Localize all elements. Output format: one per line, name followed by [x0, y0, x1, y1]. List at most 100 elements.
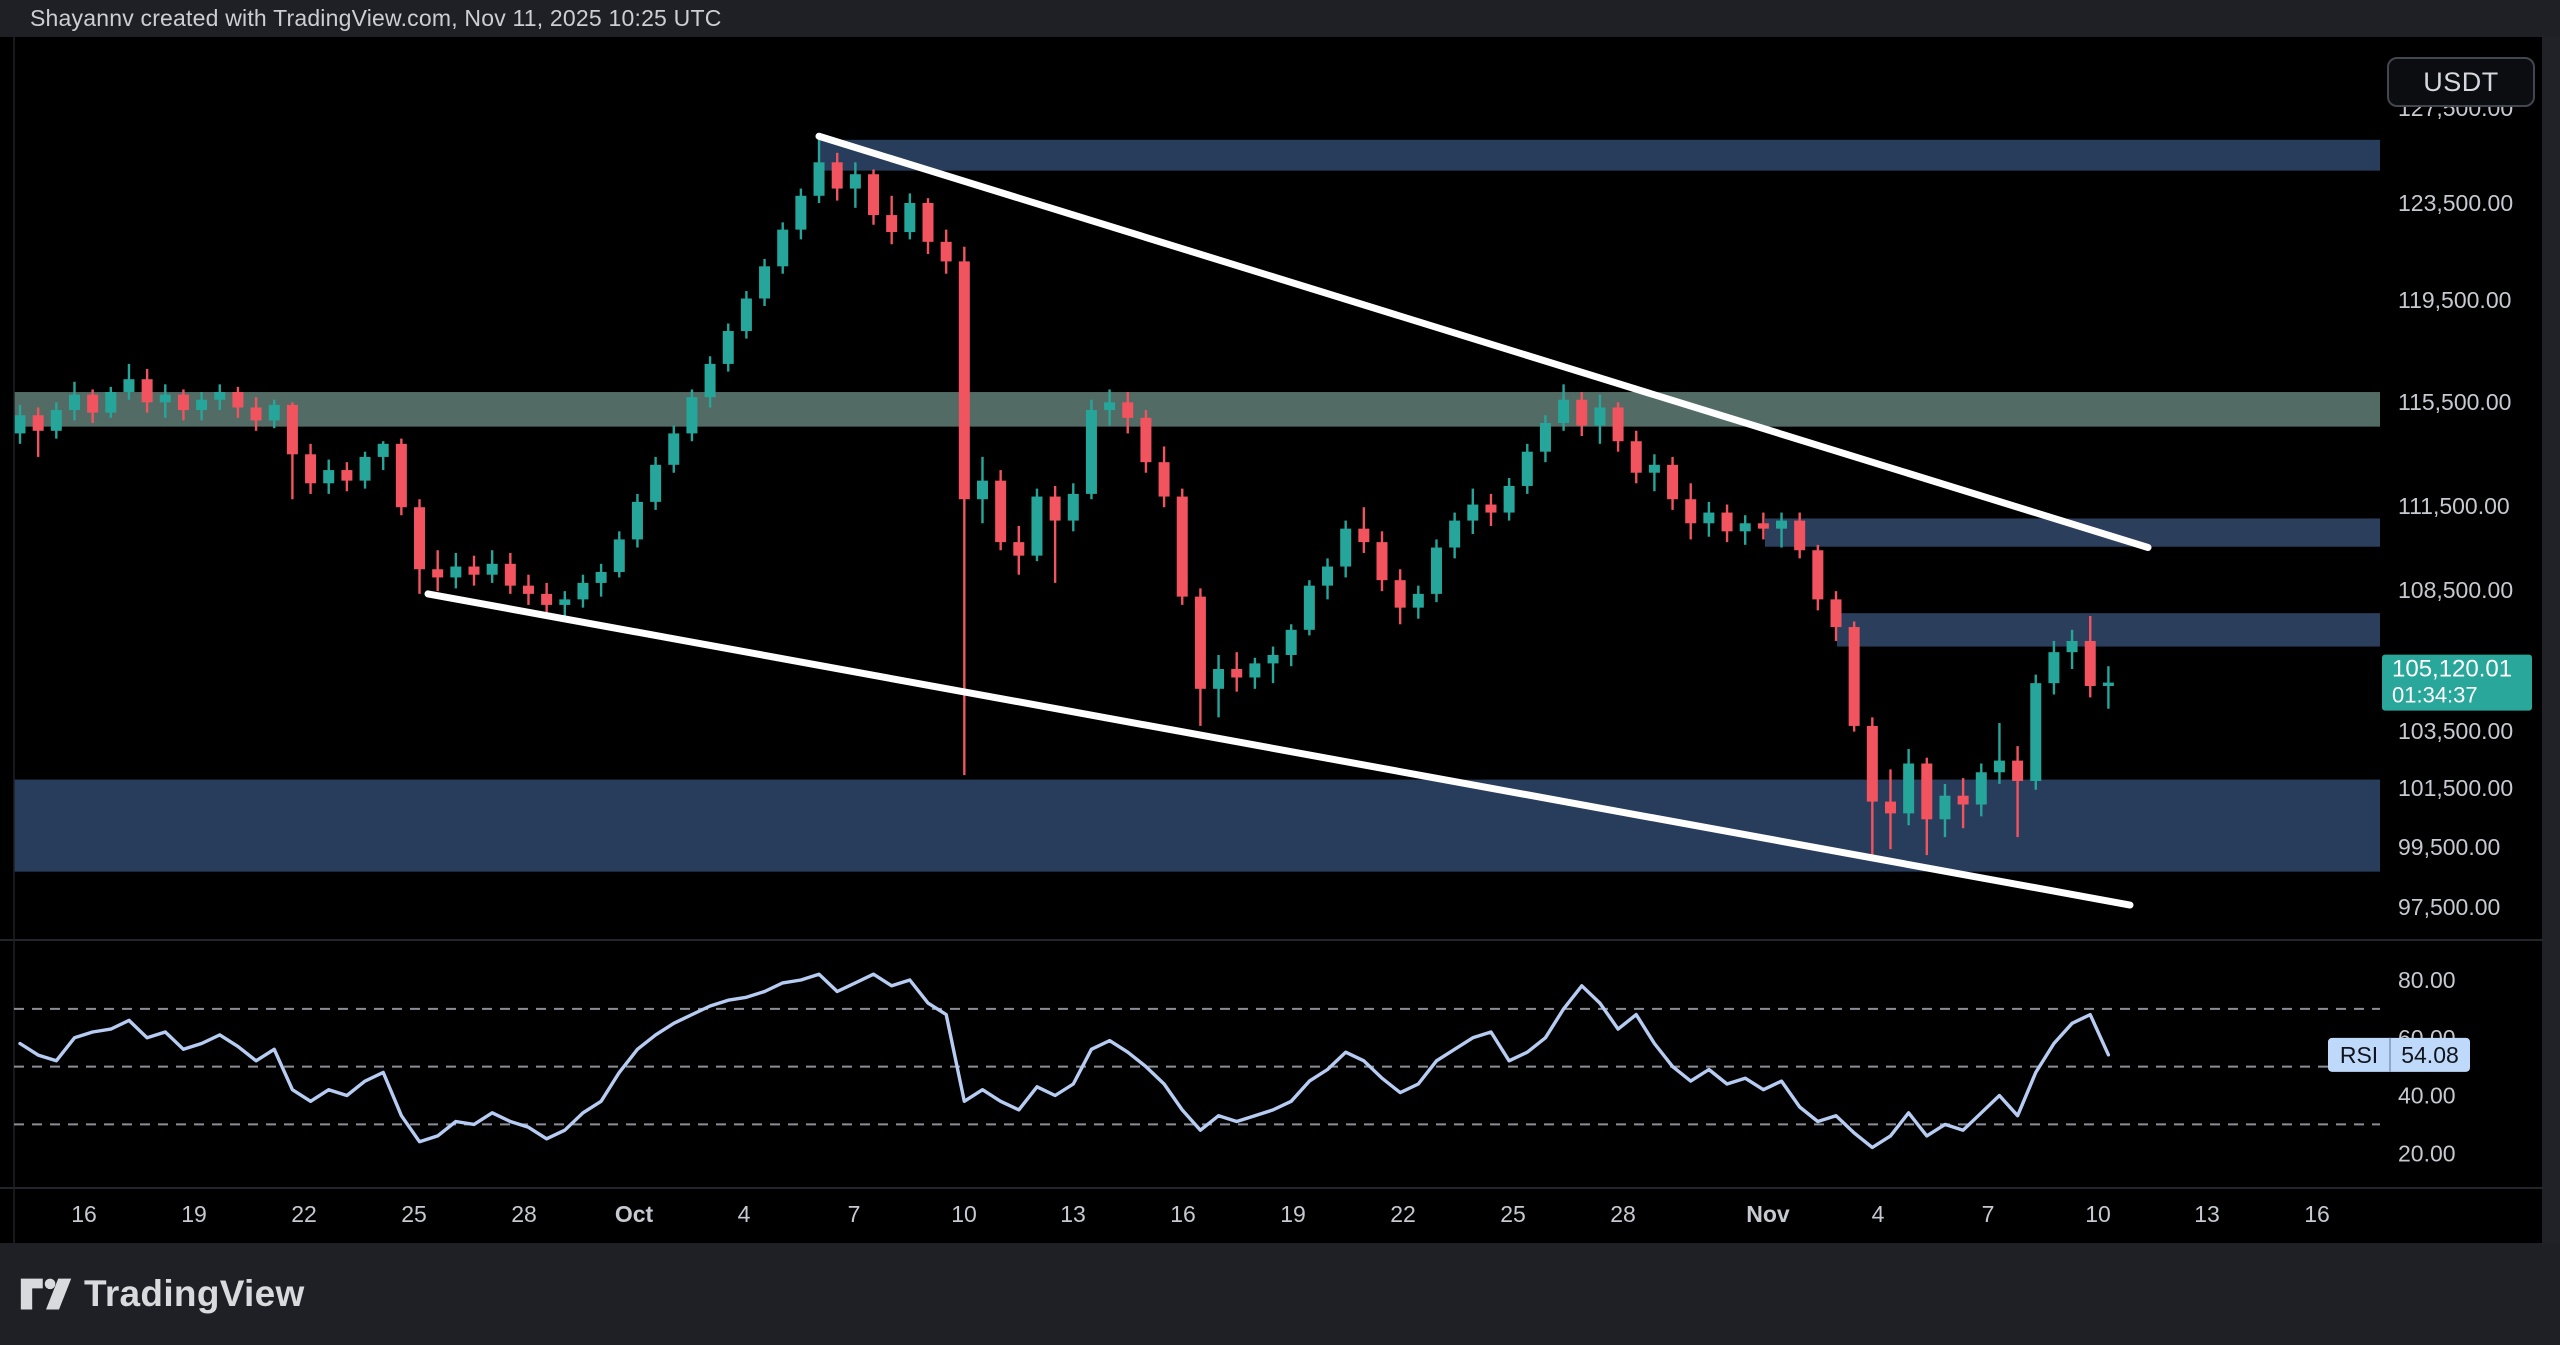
candle-down [1849, 627, 1860, 726]
candle-up [1068, 494, 1079, 521]
candle-up [1903, 764, 1914, 814]
candle-down [341, 470, 352, 481]
candle-down [1722, 513, 1733, 532]
candle-up [668, 433, 679, 464]
candle-up [1304, 586, 1315, 630]
time-tick-label: 28 [1610, 1201, 1636, 1227]
rsi-line[interactable] [20, 974, 2108, 1147]
candle-up [795, 196, 806, 230]
candle-down [541, 594, 552, 605]
candle-up [15, 415, 26, 433]
candle-up [1031, 497, 1042, 556]
time-tick-label: 16 [1170, 1201, 1196, 1227]
time-tick-label: 19 [181, 1201, 207, 1227]
price-axis-labels[interactable]: 127,500.00123,500.00119,500.00115,500.00… [2398, 95, 2513, 920]
candle-down [414, 507, 425, 569]
candle-down [178, 395, 189, 410]
price-tick-label: 101,500.00 [2398, 775, 2513, 801]
attribution-bar: Shayannv created with TradingView.com, N… [0, 0, 2560, 37]
time-tick-label: 7 [848, 1201, 861, 1227]
candle-countdown: 01:34:37 [2392, 683, 2478, 708]
candle-down [1613, 407, 1624, 441]
candle-down [1685, 499, 1696, 523]
resistance-zone-125k[interactable] [820, 140, 2380, 171]
candle-down [886, 215, 897, 232]
candle-up [1776, 521, 1787, 529]
time-axis-labels[interactable]: 1619222528Oct4710131619222528Nov47101316 [71, 1201, 2330, 1227]
candle-down [396, 444, 407, 507]
currency-toggle-button[interactable]: USDT [2387, 57, 2535, 107]
tradingview-chart-screenshot: 127,500.00123,500.00119,500.00115,500.00… [0, 0, 2560, 1345]
supply-zone-115k[interactable] [14, 392, 2380, 427]
candle-up [596, 572, 607, 583]
price-tick-label: 115,500.00 [2398, 389, 2511, 415]
support-zone-100k[interactable] [14, 780, 2380, 872]
right-edge-strip [2542, 37, 2560, 1243]
time-tick-label: 19 [1280, 1201, 1306, 1227]
rsi-badge-value: 54.08 [2401, 1042, 2459, 1068]
candle-up [105, 392, 116, 413]
candle-up [723, 331, 734, 364]
price-tick-label: 103,500.00 [2398, 718, 2513, 744]
candle-down [1140, 418, 1151, 462]
candle-up [450, 567, 461, 578]
candle-down [1921, 764, 1932, 820]
candle-up [759, 266, 770, 298]
time-tick-label: 16 [71, 1201, 97, 1227]
candle-up [1649, 465, 1660, 473]
candle-up [632, 502, 643, 540]
candle-down [1231, 669, 1242, 677]
candle-up [1286, 630, 1297, 655]
time-tick-label: 10 [951, 1201, 977, 1227]
time-tick-label: 10 [2085, 1201, 2111, 1227]
rsi-badge: RSI54.08 [2328, 1038, 2470, 1072]
candle-down [1195, 597, 1206, 689]
candle-down [1013, 542, 1024, 556]
candle-down [1867, 726, 1878, 802]
candle-down [469, 567, 480, 575]
candle-down [1812, 550, 1823, 599]
candle-down [1885, 802, 1896, 814]
candle-up [1431, 548, 1442, 594]
candle-up [269, 405, 280, 421]
candle-up [2103, 683, 2114, 686]
price-tick-label: 97,500.00 [2398, 894, 2500, 920]
candle-down [2085, 641, 2096, 686]
rsi-tick-label: 80.00 [2398, 967, 2456, 993]
candle-down [1576, 400, 1587, 426]
candle-down [1358, 529, 1369, 542]
candle-up [1994, 761, 2005, 773]
rsi-tick-label: 20.00 [2398, 1140, 2456, 1166]
candle-down [87, 395, 98, 413]
candle-up [1213, 669, 1224, 689]
brand-bar: TradingView [0, 1243, 2560, 1345]
resistance-zone-107k[interactable] [1837, 613, 2380, 646]
candle-down [2012, 761, 2023, 781]
price-badge: 105,120.0101:34:37 [2382, 655, 2532, 711]
candle-up [1594, 407, 1605, 425]
rsi-levels-layer [14, 1009, 2380, 1125]
price-tick-label: 99,500.00 [2398, 834, 2500, 860]
candle-up [2030, 683, 2041, 781]
candle-down [1050, 497, 1061, 521]
candle-up [1249, 663, 1260, 677]
candle-down [1177, 497, 1188, 597]
candle-up [2067, 641, 2078, 652]
chart-canvas[interactable]: 127,500.00123,500.00119,500.00115,500.00… [0, 0, 2560, 1345]
candle-down [505, 564, 516, 586]
time-tick-label: 7 [1982, 1201, 1995, 1227]
candle-up [705, 364, 716, 397]
wedge-upper-trendline[interactable] [819, 136, 2148, 547]
candle-up [2048, 652, 2059, 683]
candle-up [360, 457, 371, 481]
candle-up [1540, 423, 1551, 452]
candle-up [378, 444, 389, 457]
time-tick-label: 22 [291, 1201, 317, 1227]
candle-down [432, 569, 443, 577]
candle-up [1976, 772, 1987, 804]
candle-up [1413, 594, 1424, 608]
candle-down [251, 407, 262, 420]
candle-down [523, 586, 534, 594]
candle-up [1086, 410, 1097, 494]
time-tick-label: 4 [1872, 1201, 1885, 1227]
